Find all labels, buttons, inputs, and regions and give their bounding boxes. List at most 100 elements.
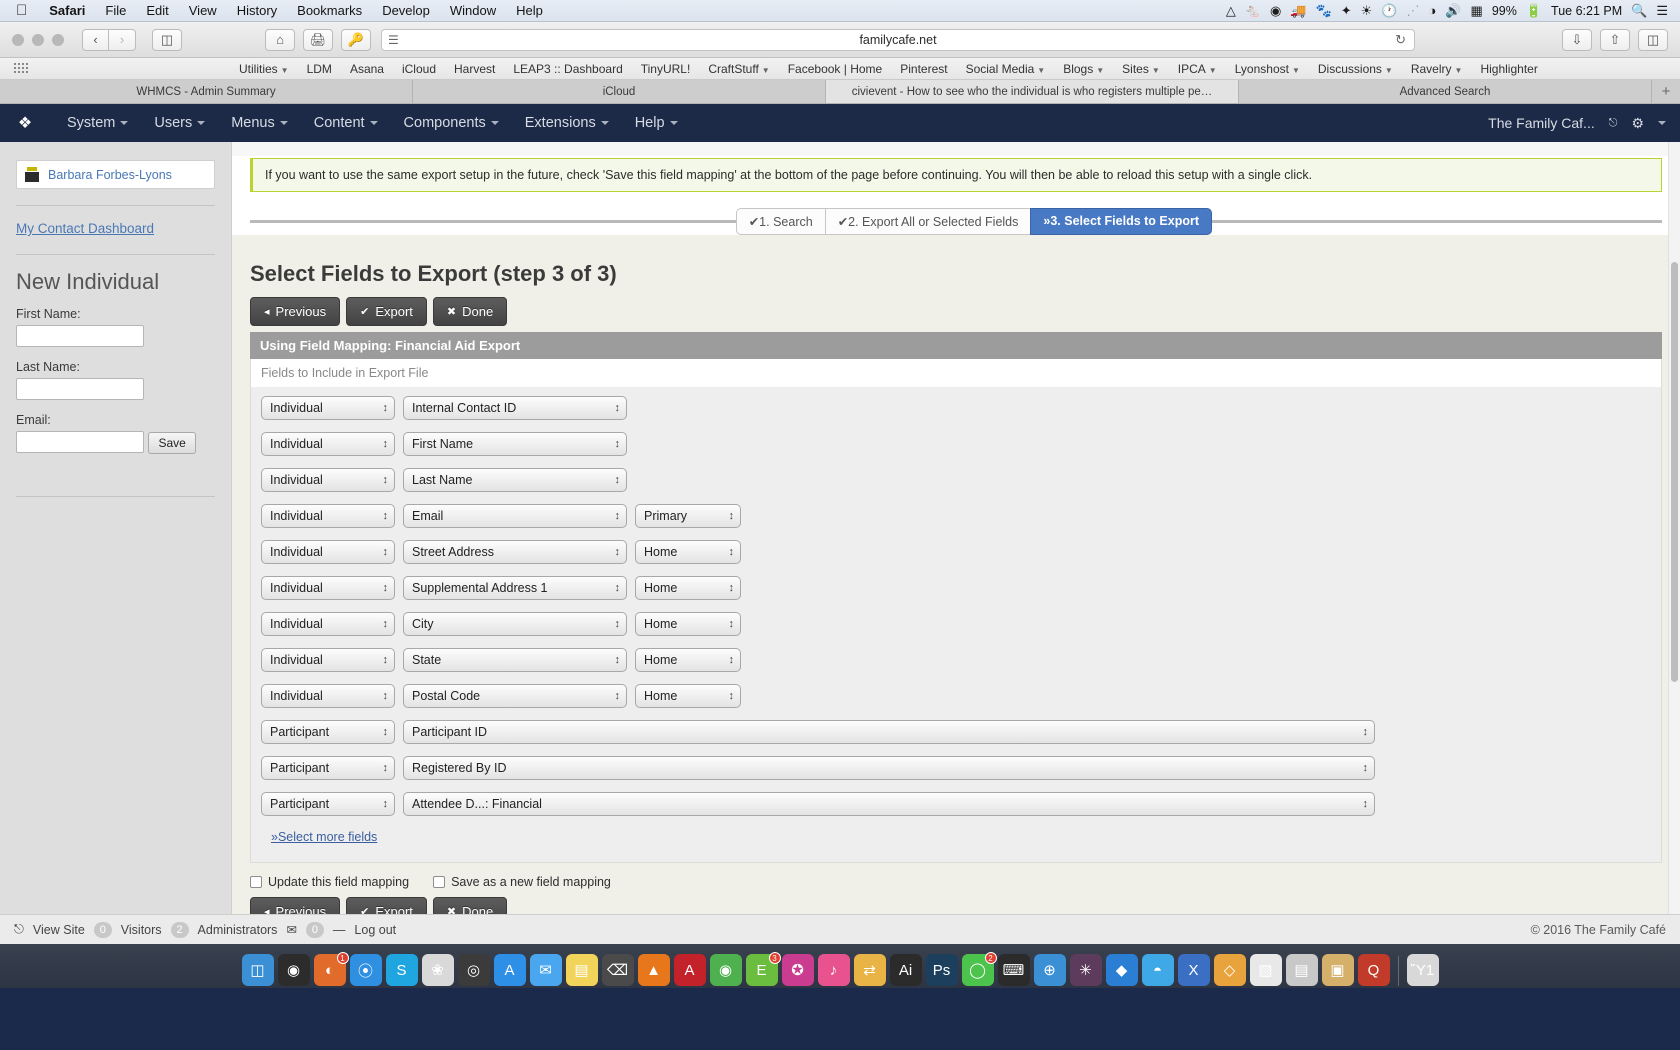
bookmark-craftstuff[interactable]: CraftStuff ▼ — [699, 62, 778, 76]
logout-link[interactable]: Log out — [354, 923, 396, 937]
time-machine-icon[interactable]: 🕐 — [1381, 4, 1397, 17]
entity-select[interactable]: Individual — [261, 468, 395, 492]
envelope-icon[interactable]: ✉ — [286, 922, 296, 937]
location-select[interactable]: Home — [635, 648, 741, 672]
textexpander-icon[interactable]: ⌨ — [997, 954, 1030, 986]
bookmark-social-media[interactable]: Social Media ▼ — [957, 62, 1055, 76]
done-button-bottom[interactable]: ✖ Done — [432, 897, 508, 914]
tab-whmcs[interactable]: WHMCS - Admin Summary — [0, 80, 413, 103]
field-select[interactable]: Participant ID — [403, 720, 1375, 744]
mail-icon[interactable]: ✉ — [529, 954, 562, 986]
bookmark-lyonshost[interactable]: Lyonshost ▼ — [1226, 62, 1309, 76]
bookmark-sites[interactable]: Sites ▼ — [1113, 62, 1169, 76]
box-icon[interactable]: ▣ — [1321, 954, 1354, 986]
appstore-icon[interactable]: A — [493, 954, 526, 986]
launchpad-icon[interactable]: ◉ — [277, 954, 310, 986]
menu-item-help[interactable]: Help — [506, 3, 553, 18]
illustrator-icon[interactable]: Ai — [889, 954, 922, 986]
wizard-step-export-fields[interactable]: ✔2. Export All or Selected Fields — [824, 208, 1031, 235]
pages-icon[interactable]: ▧ — [1249, 954, 1282, 986]
site-name-label[interactable]: The Family Caf... — [1488, 115, 1595, 131]
slack-icon[interactable]: ✳ — [1069, 954, 1102, 986]
sidebar-toggle-button[interactable]: ◫ — [152, 28, 182, 51]
calculator-icon[interactable]: ▦ — [1471, 4, 1483, 17]
notes-icon[interactable]: ▤ — [565, 954, 598, 986]
entity-select[interactable]: Individual — [261, 540, 395, 564]
menu-item-develop[interactable]: Develop — [372, 3, 440, 18]
evernote-icon[interactable]: 🐁 — [1245, 4, 1261, 17]
firefox-icon[interactable]: ◐ 1 — [313, 952, 349, 986]
field-select[interactable]: State — [403, 648, 627, 672]
window-controls[interactable] — [12, 33, 64, 46]
entity-select[interactable]: Participant — [261, 792, 395, 816]
internet-icon[interactable]: ⊕ — [1033, 954, 1066, 986]
home-button[interactable]: ⌂ — [265, 28, 295, 51]
field-select[interactable]: First Name — [403, 432, 627, 456]
location-select[interactable]: Home — [635, 612, 741, 636]
finder-icon[interactable]: ◫ — [241, 954, 274, 986]
bluetooth-icon[interactable]: ⋰ — [1406, 4, 1419, 17]
admin-menu-content[interactable]: Content — [301, 115, 391, 131]
bookmark-blogs[interactable]: Blogs ▼ — [1054, 62, 1113, 76]
field-select[interactable]: Supplemental Address 1 — [403, 576, 627, 600]
external-link-icon[interactable]: ⎋ — [14, 922, 24, 937]
new-tab-button[interactable]: + — [1652, 80, 1680, 103]
menu-item-window[interactable]: Window — [440, 3, 506, 18]
bookmark-pinterest[interactable]: Pinterest — [891, 62, 956, 76]
reader-view-icon[interactable]: ☰ — [388, 33, 399, 47]
location-select[interactable]: Home — [635, 540, 741, 564]
email-field[interactable] — [16, 431, 144, 453]
volume-icon[interactable]: 🔊 — [1445, 4, 1461, 17]
entity-select[interactable]: Participant — [261, 720, 395, 744]
key-button[interactable]: 🔑 — [341, 28, 371, 51]
bookmark-discussions[interactable]: Discussions ▼ — [1309, 62, 1402, 76]
forward-button[interactable]: › — [109, 28, 136, 51]
downloads-button[interactable]: ⇩ — [1562, 28, 1592, 51]
update-field-mapping-checkbox[interactable] — [250, 876, 262, 888]
apple-logo-icon[interactable]:  — [8, 3, 39, 18]
menu-item-safari[interactable]: Safari — [39, 3, 95, 18]
page-scrollbar[interactable] — [1668, 142, 1680, 914]
transmit-icon[interactable]: ⇄ — [853, 954, 886, 986]
contact-chip[interactable]: Barbara Forbes-Lyons — [16, 160, 215, 189]
reload-icon[interactable]: ↻ — [1395, 32, 1406, 48]
terminal-icon[interactable]: ⌫ — [601, 954, 634, 986]
entity-select[interactable]: Individual — [261, 576, 395, 600]
spotlight-search-icon[interactable]: 🔍 — [1631, 4, 1647, 17]
share-button[interactable]: ⇧ — [1600, 28, 1630, 51]
stacks-icon[interactable]: ▤ — [1285, 954, 1318, 986]
tab-civievent[interactable]: civievent - How to see who the individua… — [826, 80, 1239, 103]
joomla-logo-icon[interactable]: ❖ — [14, 112, 36, 134]
field-select[interactable]: Registered By ID — [403, 756, 1375, 780]
quark-icon[interactable]: Q — [1357, 954, 1390, 986]
scrollbar-thumb[interactable] — [1671, 262, 1678, 682]
bookmark-leap3[interactable]: LEAP3 :: Dashboard — [504, 62, 631, 76]
itunes-icon[interactable]: ♪ — [817, 954, 850, 986]
acrobat-icon[interactable]: A — [673, 954, 706, 986]
entity-select[interactable]: Participant — [261, 756, 395, 780]
dropbox-icon[interactable]: ✦ — [1341, 4, 1352, 17]
dropbox-icon[interactable]: ◆ — [1105, 954, 1138, 986]
tab-icloud[interactable]: iCloud — [413, 80, 826, 103]
save-button[interactable]: Save — [148, 431, 196, 454]
entity-select[interactable]: Individual — [261, 612, 395, 636]
notification-center-icon[interactable]: ☰ — [1656, 4, 1668, 17]
previous-button-bottom[interactable]: ◂ Previous — [250, 897, 341, 914]
admin-menu-menus[interactable]: Menus — [218, 115, 301, 131]
first-name-field[interactable] — [16, 325, 144, 347]
menu-item-bookmarks[interactable]: Bookmarks — [287, 3, 372, 18]
close-window-button[interactable] — [12, 33, 24, 46]
messages-icon[interactable]: ◯ 2 — [961, 952, 997, 986]
bookmark-ldm[interactable]: LDM — [298, 62, 341, 76]
wizard-step-search[interactable]: ✔1. Search — [735, 208, 825, 235]
export-button-bottom[interactable]: ✔ Export — [346, 897, 427, 914]
location-select[interactable]: Home — [635, 684, 741, 708]
tabs-overview-button[interactable]: ◫ — [1638, 28, 1668, 51]
address-bar[interactable]: ☰ familycafe.net ↻ — [381, 28, 1415, 51]
external-link-icon[interactable]: ⎋ — [1609, 117, 1618, 130]
field-select[interactable]: Street Address — [403, 540, 627, 564]
admin-menu-help[interactable]: Help — [622, 115, 691, 131]
app-grid-icon[interactable] — [14, 62, 28, 75]
disc-icon[interactable]: ◎ — [457, 954, 490, 986]
clock-label[interactable]: Tue 6:21 PM — [1551, 4, 1622, 18]
